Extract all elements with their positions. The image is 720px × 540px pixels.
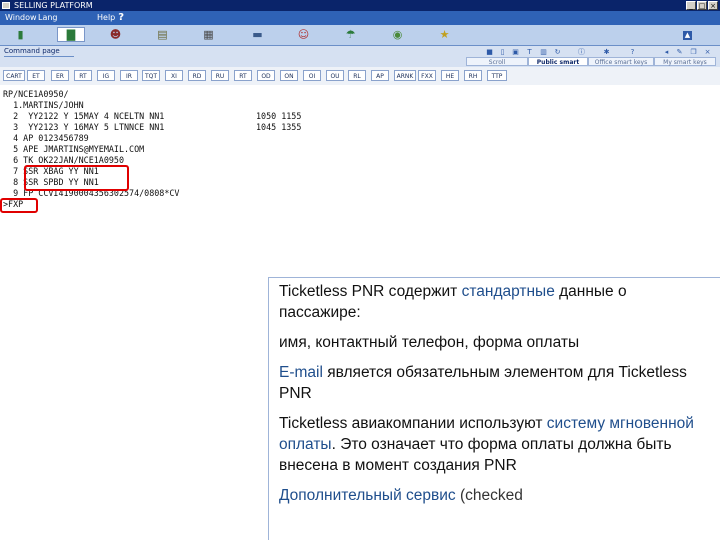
close-page-icon[interactable]: × [703,48,712,56]
pnr-line: 2 YY2122 Y 15MAY 4 NCELTN NN1 [3,111,165,121]
refresh-icon[interactable]: ↻ [553,48,562,56]
cmd-button[interactable]: ET [27,70,45,81]
edit-icon[interactable]: ✎ [675,48,684,56]
tab-public-smart-keys[interactable]: Public smart keys [528,57,588,75]
page-icon[interactable]: ▯ [498,48,507,56]
restore-icon[interactable]: ❐ [689,48,698,56]
cmd-button[interactable]: RU [211,70,229,81]
clipboard-icon[interactable]: ▤ [155,28,170,41]
scroll-up-icon[interactable]: ▲ [683,31,692,40]
copy-icon[interactable]: ▣ [511,48,520,56]
cmd-button[interactable]: OD [257,70,275,81]
flight-times: 1045 1355 [256,122,302,132]
folder-icon[interactable]: ▇ [57,27,85,42]
note-text: Ticketless PNR содержит [279,283,462,300]
note-paragraph: Дополнительный сервис (checked [279,485,696,506]
note-text: Ticketless авиакомпании используют [279,415,547,432]
cmd-button[interactable]: OU [326,70,344,81]
cmd-button[interactable]: IR [120,70,138,81]
text-icon[interactable]: T [525,48,534,56]
umbrella-icon[interactable]: ☂ [343,28,358,41]
cmd-button[interactable]: AP [371,70,389,81]
page-title: Command page [4,47,60,55]
note-text: является обязательным элементом для Tick… [279,364,687,402]
note-text: (checked [455,487,523,504]
cmd-button[interactable]: XI [165,70,183,81]
page-title-underline [4,56,74,57]
note-paragraph: Ticketless PNR содержит стандартные данн… [279,281,696,323]
pnr-line: 5 APE JMARTINS@MYEMAIL.COM [3,144,145,154]
cmd-button[interactable]: HE [441,70,459,81]
cmd-button[interactable]: RT [74,70,92,81]
calendar-icon[interactable]: ▦ [201,28,216,41]
pnr-line: RP/NCE1A0950/ [3,89,69,99]
settings-icon[interactable]: ✱ [602,48,611,56]
cmd-button[interactable]: RD [188,70,206,81]
app-icon [2,2,10,9]
note-paragraph: Ticketless авиакомпании используют систе… [279,413,696,476]
cmd-button[interactable]: OI [303,70,321,81]
note-accent: Дополнительный сервис [279,487,456,504]
car-icon[interactable]: ▬ [250,28,265,41]
icon-toolbar: ▮ ▇ ☻ ▤ ▦ ▬ ☺ ☂ ◉ ★ ▲ [0,25,720,46]
globe-icon[interactable]: ◉ [390,28,405,41]
note-accent: E-mail [279,364,323,381]
minimize-button[interactable]: _ [686,1,696,10]
pnr-line: 4 AP 0123456789 [3,133,89,143]
pnr-line: 3 YY2123 Y 16MAY 5 LTNNCE NN1 [3,122,165,132]
help-question-icon: ? [118,12,125,23]
star-icon[interactable]: ★ [437,28,452,41]
cmd-button[interactable]: IG [97,70,115,81]
tab-scroll[interactable]: Scroll [466,57,528,66]
print-icon[interactable]: ■ [485,48,494,56]
cmd-button[interactable]: FXX [418,70,436,81]
book-icon[interactable]: ▮ [13,28,28,41]
menu-help[interactable]: Help? [97,11,124,25]
command-button-bar: CART ET ER RT IG IR TQT XI RD RU RT OD O… [0,67,720,86]
note-text: . Это означает что форма оплаты должна б… [279,436,672,474]
menu-help-label: Help [97,13,116,22]
arrow-icon[interactable]: ◂ [662,48,671,56]
note-paragraph: имя, контактный телефон, форма оплаты [279,334,580,351]
menu-bar: Window Lang Help? [0,11,720,25]
tab-my-smart-keys[interactable]: My smart keys [654,57,716,66]
user-icon[interactable]: ☺ [296,28,311,41]
cmd-button[interactable]: TQT [142,70,160,81]
cmd-button[interactable]: CART [3,70,25,81]
window-title: SELLING PLATFORM [14,1,93,10]
maximize-button[interactable]: □ [697,1,707,10]
pnr-line: 1.MARTINS/JOHN [3,100,84,110]
cmd-button[interactable]: RL [348,70,366,81]
cmd-button[interactable]: ON [280,70,298,81]
cmd-button[interactable]: ARNK [394,70,416,81]
fxp-highlight-box [0,198,38,213]
chart-icon[interactable]: ▥ [539,48,548,56]
note-accent: стандартные [461,283,555,300]
cmd-button[interactable]: RT [234,70,252,81]
title-bar: SELLING PLATFORM _ □ × [0,0,720,11]
info-icon[interactable]: ⓘ [577,48,586,56]
note-paragraph: E-mail является обязательным элементом д… [279,362,696,404]
explanation-note: Ticketless PNR содержит стандартные данн… [268,277,720,540]
cmd-button[interactable]: RH [464,70,482,81]
help-icon[interactable]: ? [628,48,637,56]
tab-office-smart-keys[interactable]: Office smart keys [588,57,654,66]
page-header: Command page ■ ▯ ▣ T ▥ ↻ ⓘ ✱ ? ◂ ✎ ❐ × S… [0,46,720,75]
flight-times: 1050 1155 [256,111,302,121]
menu-lang[interactable]: Lang [38,11,58,25]
window-controls: _ □ × [686,1,718,10]
menu-window[interactable]: Window [5,11,37,25]
cmd-button[interactable]: TTP [487,70,507,81]
cmd-button[interactable]: ER [51,70,69,81]
person-icon[interactable]: ☻ [108,28,123,41]
close-button[interactable]: × [708,1,718,10]
ssr-highlight-box [24,165,129,191]
